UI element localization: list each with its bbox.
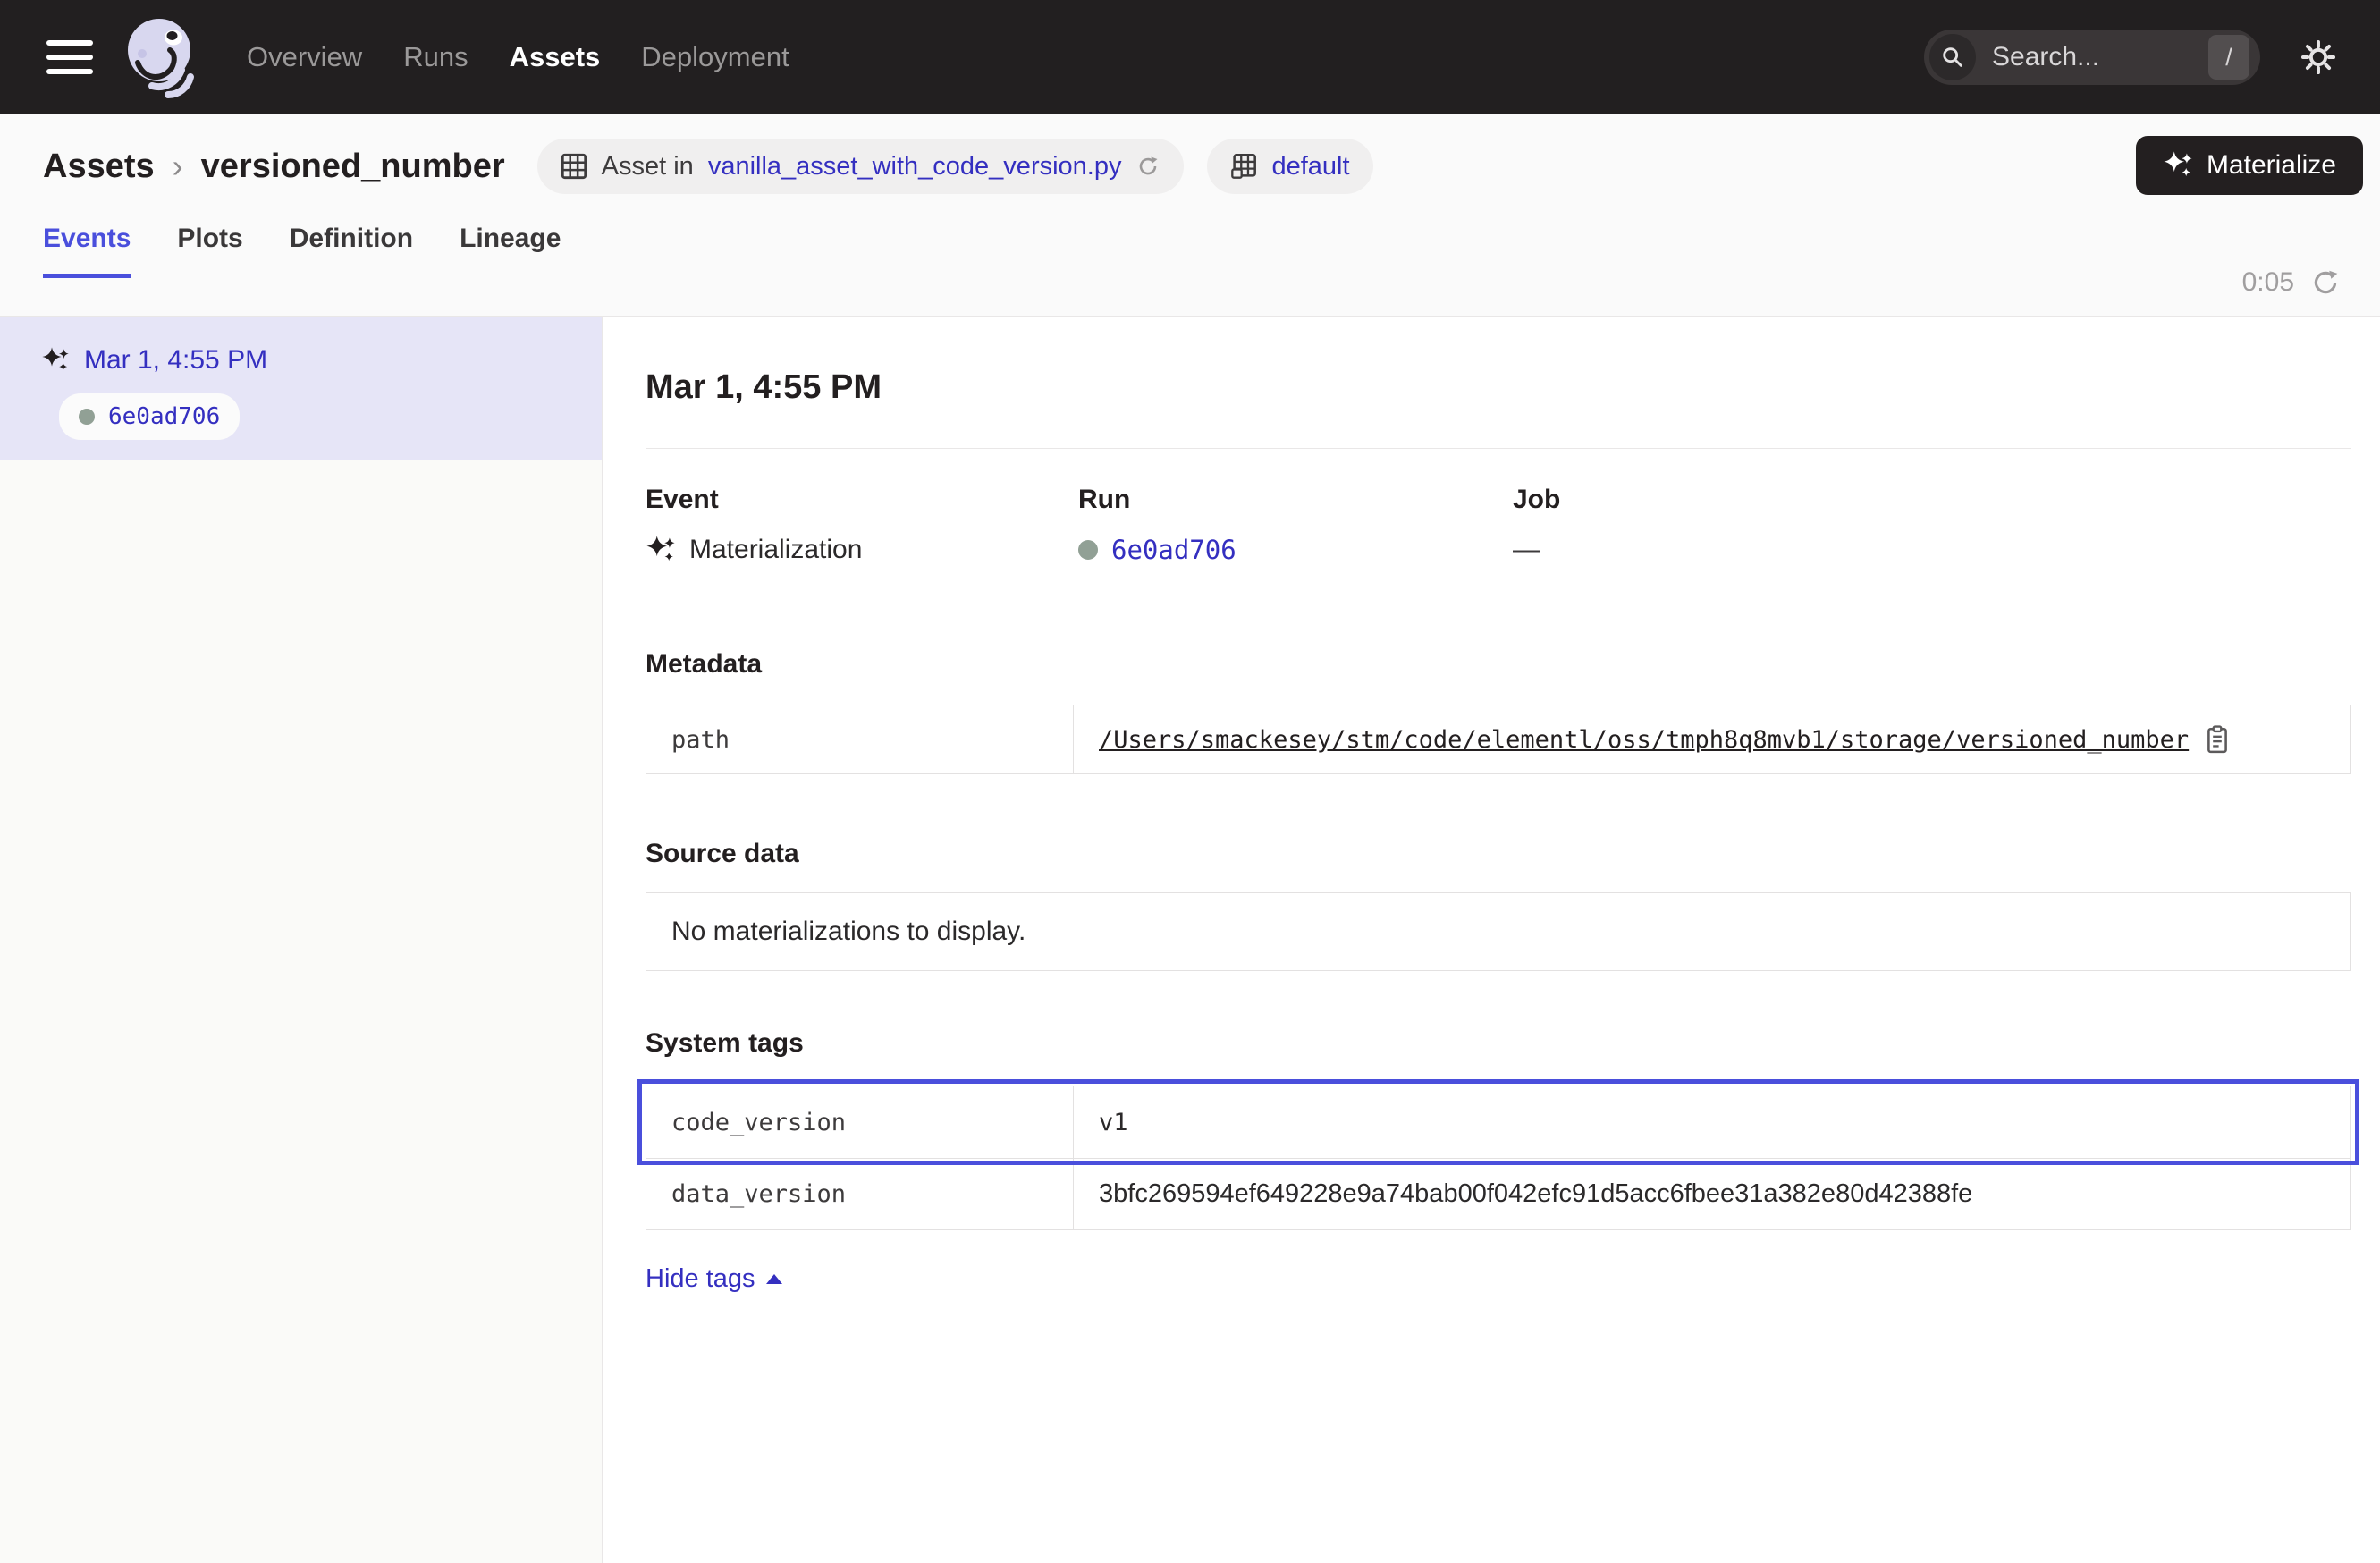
metadata-value-cell: /Users/smackesey/stm/code/elementl/oss/t… bbox=[1074, 705, 2308, 773]
tab-definition[interactable]: Definition bbox=[290, 224, 413, 278]
event-detail-panel: Mar 1, 4:55 PM Event Materialization Run bbox=[603, 317, 2380, 1563]
event-list-item-selected[interactable]: Mar 1, 4:55 PM 6e0ad706 bbox=[0, 317, 602, 460]
table-row-code-version: code_version v1 bbox=[646, 1086, 2350, 1158]
search-icon bbox=[1929, 34, 1976, 80]
path-link[interactable]: /Users/smackesey/stm/code/elementl/oss/t… bbox=[1099, 726, 2189, 754]
breadcrumb: Assets › versioned_number Asset in vanil… bbox=[43, 138, 2341, 195]
materialize-button[interactable]: Materialize bbox=[2136, 136, 2363, 195]
asset-group-badge[interactable]: default bbox=[1207, 139, 1372, 194]
run-id-link[interactable]: 6e0ad706 bbox=[1111, 535, 1236, 565]
primary-nav: Overview Runs Assets Deployment bbox=[247, 41, 789, 73]
asset-header: Assets › versioned_number Asset in vanil… bbox=[0, 114, 2380, 317]
nav-item-overview[interactable]: Overview bbox=[247, 41, 362, 73]
run-status-dot bbox=[1078, 540, 1098, 560]
asset-location-prefix: Asset in bbox=[602, 152, 694, 182]
topnav-right-cluster: / bbox=[1924, 30, 2337, 85]
dagster-logo[interactable] bbox=[125, 16, 200, 98]
hamburger-menu-icon[interactable] bbox=[46, 40, 93, 74]
event-timestamp-link[interactable]: Mar 1, 4:55 PM bbox=[84, 345, 267, 376]
breadcrumb-chevron-icon: › bbox=[173, 148, 183, 185]
run-id-label: 6e0ad706 bbox=[108, 403, 220, 430]
top-navigation-bar: Overview Runs Assets Deployment / bbox=[0, 0, 2380, 114]
nav-item-runs[interactable]: Runs bbox=[403, 41, 468, 73]
event-detail-title: Mar 1, 4:55 PM bbox=[646, 368, 2351, 407]
gear-icon[interactable] bbox=[2300, 38, 2337, 76]
run-status-dot bbox=[79, 409, 95, 425]
metadata-key: path bbox=[646, 705, 1074, 773]
search-input[interactable] bbox=[1992, 42, 2208, 72]
run-column-label: Run bbox=[1078, 485, 1513, 515]
copy-path-button[interactable] bbox=[2205, 725, 2230, 754]
code-location-link[interactable]: vanilla_asset_with_code_version.py bbox=[708, 152, 1122, 182]
tag-key: code_version bbox=[646, 1086, 1074, 1158]
nav-item-deployment[interactable]: Deployment bbox=[641, 41, 789, 73]
sparkle-icon bbox=[2163, 150, 2193, 181]
asset-tabs: Events Plots Definition Lineage bbox=[43, 224, 2341, 277]
event-column-label: Event bbox=[646, 485, 1078, 515]
sparkle-materialization-icon bbox=[41, 346, 70, 375]
system-tags-table: code_version v1 data_version 3bfc269594e… bbox=[646, 1086, 2351, 1230]
table-row-data-version: data_version 3bfc269594ef649228e9a74bab0… bbox=[646, 1158, 2350, 1229]
asset-group-icon bbox=[1230, 153, 1257, 180]
run-chip[interactable]: 6e0ad706 bbox=[59, 393, 240, 440]
breadcrumb-assets-link[interactable]: Assets bbox=[43, 148, 155, 186]
tab-events[interactable]: Events bbox=[43, 224, 131, 278]
event-summary: Event Materialization Run 6e0ad706 bbox=[646, 485, 2351, 565]
sparkle-materialization-icon bbox=[646, 535, 676, 565]
group-link[interactable]: default bbox=[1271, 152, 1349, 182]
refresh-icon[interactable] bbox=[2310, 267, 2341, 298]
metadata-table: path /Users/smackesey/stm/code/elementl/… bbox=[646, 705, 2351, 774]
event-list-sidebar: Mar 1, 4:55 PM 6e0ad706 bbox=[0, 317, 603, 1563]
metadata-heading: Metadata bbox=[646, 649, 2351, 680]
source-data-empty-message: No materializations to display. bbox=[671, 917, 1025, 946]
tag-value: v1 bbox=[1074, 1086, 2350, 1158]
metadata-action-cell bbox=[2308, 705, 2350, 773]
source-data-heading: Source data bbox=[646, 839, 2351, 869]
tag-value: 3bfc269594ef649228e9a74bab00f042efc91d5a… bbox=[1074, 1159, 2350, 1229]
tab-plots[interactable]: Plots bbox=[177, 224, 242, 278]
refresh-countdown-value: 0:05 bbox=[2242, 267, 2294, 298]
content-area: Mar 1, 4:55 PM 6e0ad706 Mar 1, 4:55 PM E… bbox=[0, 317, 2380, 1563]
global-search[interactable]: / bbox=[1924, 30, 2260, 85]
clipboard-copy-icon bbox=[2205, 725, 2230, 754]
tab-lineage[interactable]: Lineage bbox=[460, 224, 561, 278]
job-empty-value: — bbox=[1513, 535, 1540, 565]
event-type-value: Materialization bbox=[689, 535, 862, 565]
search-shortcut-key: / bbox=[2208, 35, 2249, 80]
page-title: versioned_number bbox=[201, 148, 505, 186]
tag-key: data_version bbox=[646, 1159, 1074, 1229]
source-data-empty-state: No materializations to display. bbox=[646, 892, 2351, 971]
asset-location-badge[interactable]: Asset in vanilla_asset_with_code_version… bbox=[537, 139, 1185, 194]
refresh-countdown: 0:05 bbox=[2242, 267, 2341, 298]
nav-item-assets[interactable]: Assets bbox=[510, 41, 601, 73]
hide-tags-link[interactable]: Hide tags bbox=[646, 1264, 782, 1294]
hide-tags-label: Hide tags bbox=[646, 1264, 755, 1294]
job-column-label: Job bbox=[1513, 485, 2351, 515]
caret-up-icon bbox=[766, 1274, 782, 1284]
asset-badges: Asset in vanilla_asset_with_code_version… bbox=[537, 139, 1373, 194]
reload-icon[interactable] bbox=[1135, 154, 1160, 179]
asset-grid-icon bbox=[561, 153, 587, 180]
materialize-label: Materialize bbox=[2207, 150, 2336, 181]
system-tags-heading: System tags bbox=[646, 1028, 2351, 1059]
divider bbox=[646, 448, 2351, 449]
